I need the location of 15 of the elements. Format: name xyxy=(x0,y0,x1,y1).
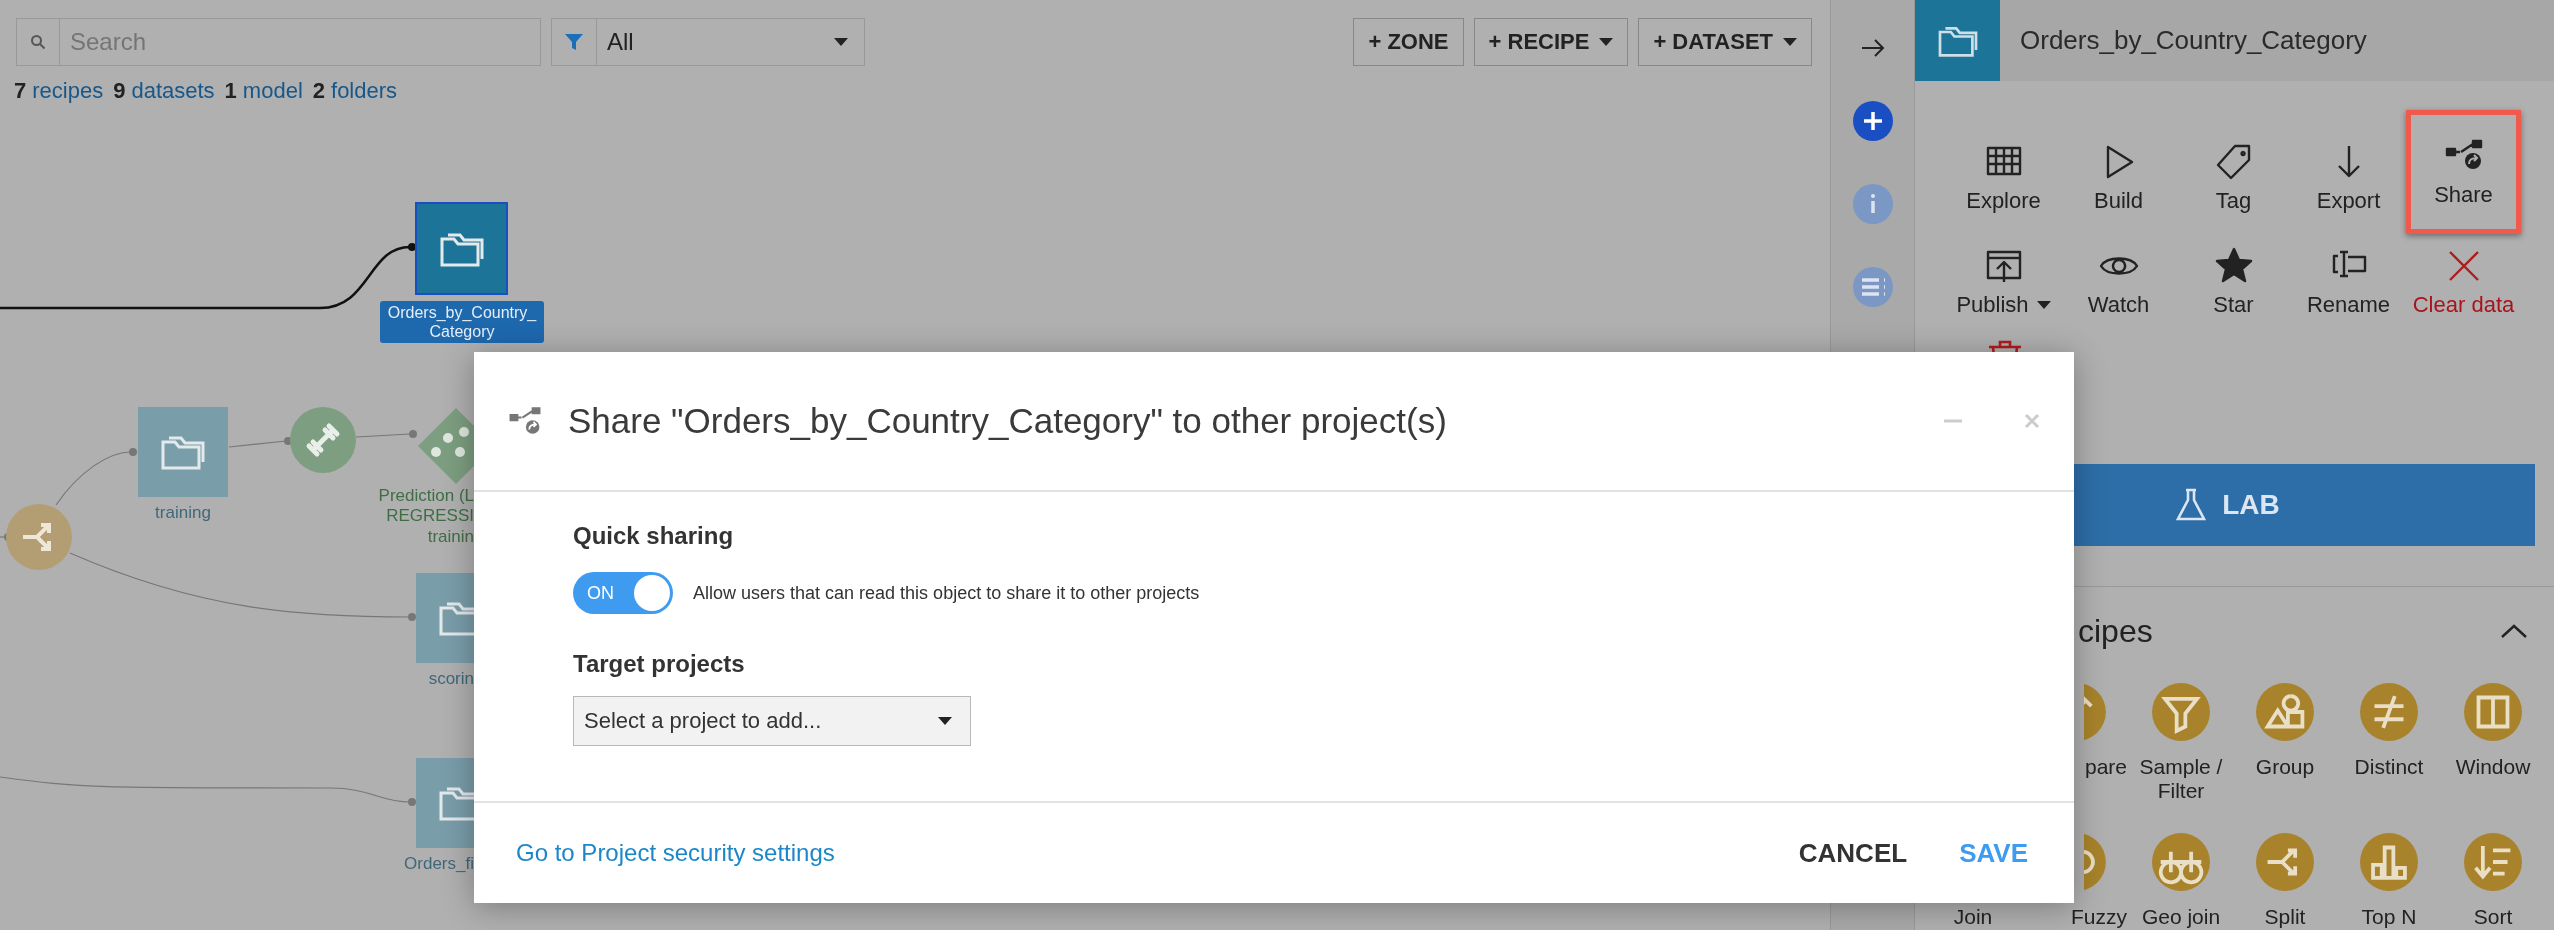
count-number: 7 xyxy=(14,78,27,104)
toggle-description: Allow users that can read this object to share it to other projects xyxy=(693,582,1200,604)
panel-title: Orders_by_Country_Category xyxy=(2020,25,2367,56)
count-number: 1 xyxy=(224,78,237,104)
node-label: Orders_by_Country_ Category xyxy=(380,301,544,344)
node-label: Prediction (L REGRESSI trainin xyxy=(378,486,474,548)
node-label: training xyxy=(154,503,212,524)
node-label: scorin xyxy=(428,669,474,690)
count-number: 9 xyxy=(113,78,126,104)
count-number: 2 xyxy=(312,78,325,104)
section-heading: Quick sharing xyxy=(573,522,734,550)
section-title: cipes xyxy=(2078,612,2153,650)
dialog-title: Share "Orders_by_Country_Category" to other project(s) xyxy=(568,401,1448,441)
node-label: Orders_fi xyxy=(404,854,474,875)
section-heading: Target projects xyxy=(573,650,745,678)
